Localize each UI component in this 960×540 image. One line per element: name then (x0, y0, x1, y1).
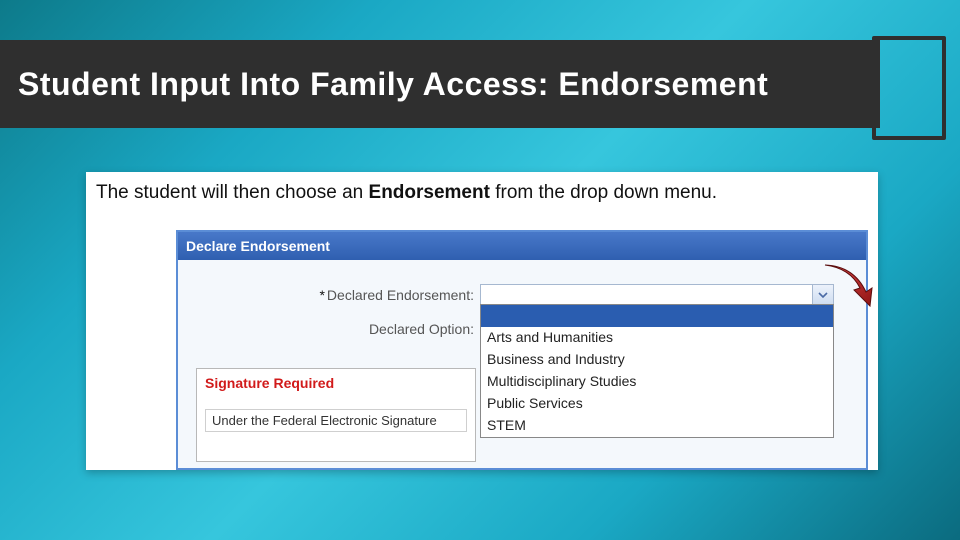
dropdown-option-business[interactable]: Business and Industry (481, 349, 833, 371)
signature-title: Signature Required (205, 375, 467, 391)
signature-box: Signature Required Under the Federal Ele… (196, 368, 476, 462)
required-asterisk: * (319, 287, 324, 303)
label-declared-option: Declared Option: (178, 321, 480, 337)
instruction-text: The student will then choose an Endorsem… (96, 182, 717, 204)
label-declared-endorsement: *Declared Endorsement: (178, 287, 480, 303)
instruction-prefix: The student will then choose an (96, 182, 369, 203)
chevron-down-icon (818, 290, 828, 300)
dropdown-option-blank[interactable] (481, 305, 833, 327)
dropdown-option-stem[interactable]: STEM (481, 415, 833, 437)
panel-header: Declare Endorsement (178, 232, 866, 260)
declared-endorsement-dropdown[interactable] (480, 284, 834, 306)
slide-title: Student Input Into Family Access: Endors… (18, 66, 768, 103)
signature-text: Under the Federal Electronic Signature (205, 409, 467, 432)
instruction-suffix: from the drop down menu. (490, 182, 717, 203)
content-card: The student will then choose an Endorsem… (86, 172, 878, 470)
dropdown-handle[interactable] (812, 285, 833, 305)
dropdown-option-public[interactable]: Public Services (481, 393, 833, 415)
dropdown-option-arts[interactable]: Arts and Humanities (481, 327, 833, 349)
corner-decoration (872, 36, 946, 140)
dropdown-option-multi[interactable]: Multidisciplinary Studies (481, 371, 833, 393)
slide: Student Input Into Family Access: Endors… (0, 0, 960, 540)
title-bar: Student Input Into Family Access: Endors… (0, 40, 880, 128)
instruction-bold: Endorsement (369, 182, 490, 203)
dropdown-options-list: Arts and Humanities Business and Industr… (480, 304, 834, 438)
declare-endorsement-panel: Declare Endorsement *Declared Endorsemen… (176, 230, 868, 470)
